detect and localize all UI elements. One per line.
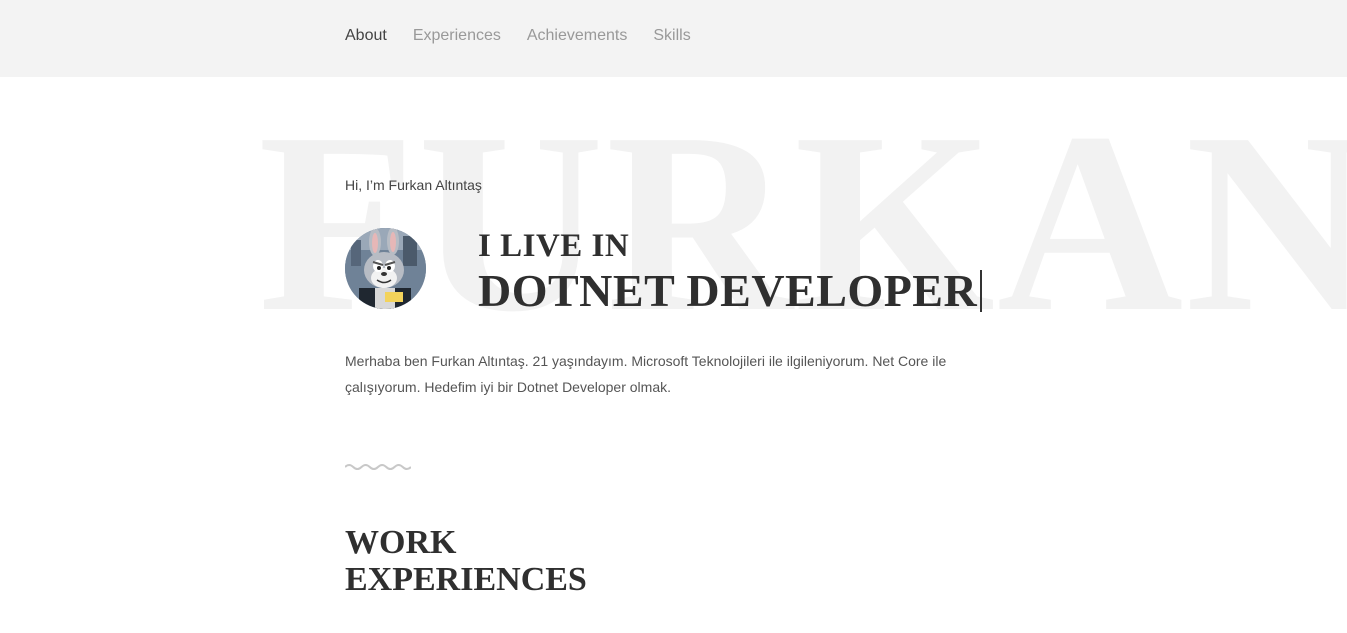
nav-item-achievements: Achievements xyxy=(527,26,628,46)
divider xyxy=(344,460,412,478)
nav-item-skills: Skills xyxy=(653,26,690,46)
section-title-line2: EXPERIENCES xyxy=(345,561,587,598)
nav-menu: About Experiences Achievements Skills xyxy=(345,26,691,46)
nav-link-experiences[interactable]: Experiences xyxy=(413,27,501,44)
headline-role: DOTNET DEVELOPER xyxy=(478,265,978,316)
bio-paragraph: Merhaba ben Furkan Altıntaş. 21 yaşınday… xyxy=(345,353,947,395)
section-title-line1: WORK xyxy=(345,524,457,561)
wavy-divider-icon xyxy=(344,464,412,470)
headline-intro: I LIVE IN xyxy=(478,228,630,264)
nav-item-experiences: Experiences xyxy=(413,26,501,46)
top-navbar: About Experiences Achievements Skills xyxy=(0,0,1347,77)
nav-link-skills[interactable]: Skills xyxy=(653,27,690,44)
nav-item-about: About xyxy=(345,26,387,46)
hero-headline: I LIVE IN DOTNET DEVELOPER xyxy=(478,226,983,316)
work-experiences-heading: WORK EXPERIENCES xyxy=(345,524,587,598)
cartoon-rabbit-avatar-icon xyxy=(345,228,426,309)
nav-link-about[interactable]: About xyxy=(345,27,387,44)
page: About Experiences Achievements Skills FU… xyxy=(0,0,1347,633)
typing-caret xyxy=(980,270,983,312)
nav-link-achievements[interactable]: Achievements xyxy=(527,27,628,44)
avatar xyxy=(345,228,426,309)
greeting-text: Hi, I’m Furkan Altıntaş xyxy=(345,177,482,193)
headline-role-line: DOTNET DEVELOPER xyxy=(478,265,983,316)
